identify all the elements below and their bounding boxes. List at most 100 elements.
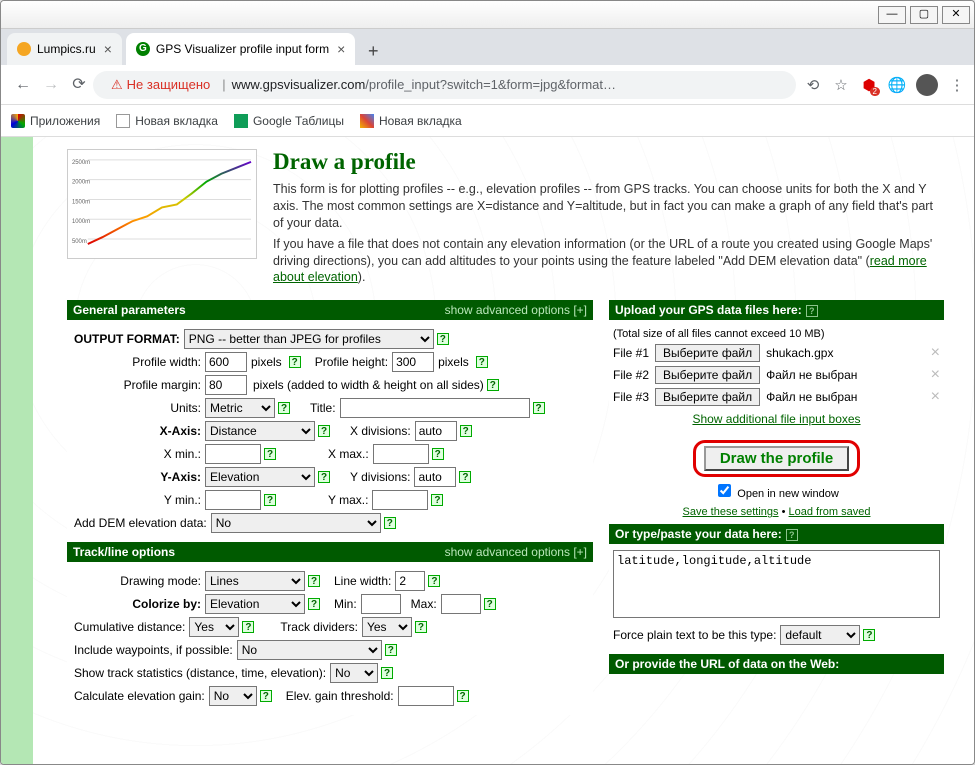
extension-adblock-icon[interactable]: ⬢	[860, 76, 878, 94]
help-icon[interactable]: ?	[264, 448, 276, 460]
help-icon[interactable]: ?	[432, 448, 444, 460]
bookmark-sheets[interactable]: Google Таблицы	[234, 114, 344, 128]
output-format-select[interactable]: PNG -- better than JPEG for profiles	[184, 329, 434, 349]
bookmark-newtab[interactable]: Новая вкладка	[116, 114, 218, 128]
stats-select[interactable]: No	[330, 663, 378, 683]
help-icon[interactable]: ?	[278, 402, 290, 414]
gain-select[interactable]: No	[209, 686, 257, 706]
cumdist-select[interactable]: Yes	[189, 617, 239, 637]
menu-icon[interactable]: ⋮	[948, 76, 966, 94]
colorize-min-input[interactable]	[361, 594, 401, 614]
help-icon[interactable]: ?	[437, 333, 449, 345]
colorize-max-input[interactable]	[441, 594, 481, 614]
help-icon[interactable]: ?	[484, 598, 496, 610]
help-icon[interactable]: ?	[428, 575, 440, 587]
help-icon[interactable]: ?	[863, 629, 875, 641]
thresh-input[interactable]	[398, 686, 454, 706]
help-icon[interactable]: ?	[457, 690, 469, 702]
help-icon[interactable]: ?	[786, 529, 798, 541]
xaxis-select[interactable]: Distance	[205, 421, 315, 441]
new-tab-button[interactable]: +	[359, 37, 387, 65]
yaxis-select[interactable]: Elevation	[205, 467, 315, 487]
draw-profile-button[interactable]: Draw the profile	[704, 446, 849, 471]
help-icon[interactable]: ?	[459, 471, 471, 483]
bookmarks-bar: Приложения Новая вкладка Google Таблицы …	[1, 105, 974, 137]
tab-close-icon[interactable]: ×	[104, 41, 112, 57]
file-choose-button-3[interactable]: Выберите файл	[655, 388, 760, 406]
xmin-input[interactable]	[205, 444, 261, 464]
profile-avatar[interactable]	[916, 74, 938, 96]
open-new-window-checkbox[interactable]: Open in new window	[714, 488, 839, 500]
help-icon[interactable]: ?	[308, 575, 320, 587]
ymax-input[interactable]	[372, 490, 428, 510]
help-icon[interactable]: ?	[242, 621, 254, 633]
help-icon[interactable]: ?	[487, 379, 499, 391]
window-minimize-button[interactable]: —	[878, 6, 906, 24]
help-icon[interactable]: ?	[289, 356, 301, 368]
help-icon[interactable]: ?	[533, 402, 545, 414]
file-row-1: File #1 Выберите файл shukach.gpx ×	[613, 344, 940, 362]
forward-button[interactable]: →	[37, 71, 65, 99]
profile-margin-label: Profile margin:	[71, 378, 201, 392]
thresh-label: Elev. gain threshold:	[286, 689, 394, 703]
extension-globe-icon[interactable]: 🌐	[888, 76, 906, 94]
mode-select[interactable]: Lines	[205, 571, 305, 591]
browser-tab-lumpics[interactable]: Lumpics.ru ×	[7, 33, 122, 65]
xdiv-label: X divisions:	[350, 424, 411, 438]
window-close-button[interactable]: ✕	[942, 6, 970, 24]
tab-close-icon[interactable]: ×	[337, 41, 345, 57]
save-settings-link[interactable]: Save these settings	[683, 506, 779, 518]
force-type-select[interactable]: default	[780, 625, 860, 645]
profile-width-input[interactable]	[205, 352, 247, 372]
back-button[interactable]: ←	[9, 71, 37, 99]
file-choose-button-2[interactable]: Выберите файл	[655, 366, 760, 384]
help-icon[interactable]: ?	[381, 667, 393, 679]
help-icon[interactable]: ?	[385, 644, 397, 656]
help-icon[interactable]: ?	[264, 494, 276, 506]
waypoints-select[interactable]: No	[237, 640, 382, 660]
paste-data-textarea[interactable]	[613, 550, 940, 618]
show-more-files-link[interactable]: Show additional file input boxes	[692, 412, 860, 426]
help-icon[interactable]: ?	[476, 356, 488, 368]
ydiv-input[interactable]	[414, 467, 456, 487]
general-show-advanced-link[interactable]: show advanced options [+]	[445, 303, 587, 317]
track-show-advanced-link[interactable]: show advanced options [+]	[445, 545, 587, 559]
help-icon[interactable]: ?	[384, 517, 396, 529]
dem-select[interactable]: No	[211, 513, 381, 533]
star-icon[interactable]: ☆	[832, 76, 850, 94]
colorize-select[interactable]: Elevation	[205, 594, 305, 614]
lwidth-input[interactable]	[395, 571, 425, 591]
help-icon[interactable]: ?	[318, 425, 330, 437]
file-remove-1[interactable]: ×	[931, 344, 940, 362]
paste-header: Or type/paste your data here:?	[609, 524, 944, 544]
xdiv-input[interactable]	[415, 421, 457, 441]
profile-height-input[interactable]	[392, 352, 434, 372]
xmax-input[interactable]	[373, 444, 429, 464]
help-icon[interactable]: ?	[308, 598, 320, 610]
help-icon[interactable]: ?	[260, 690, 272, 702]
help-icon[interactable]: ?	[806, 305, 818, 317]
divider-select[interactable]: Yes	[362, 617, 412, 637]
file-remove-2[interactable]: ×	[931, 366, 940, 384]
reload-button[interactable]: ⟳	[65, 71, 93, 99]
units-select[interactable]: Metric	[205, 398, 275, 418]
address-bar[interactable]: ⚠ Не защищено | www.gpsvisualizer.com /p…	[93, 71, 796, 99]
window-maximize-button[interactable]: ▢	[910, 6, 938, 24]
help-icon[interactable]: ?	[460, 425, 472, 437]
help-icon[interactable]: ?	[431, 494, 443, 506]
title-input[interactable]	[340, 398, 530, 418]
help-icon[interactable]: ?	[415, 621, 427, 633]
ymin-input[interactable]	[205, 490, 261, 510]
security-warning: ⚠ Не защищено	[111, 77, 210, 93]
help-icon[interactable]: ?	[318, 471, 330, 483]
tab-title: GPS Visualizer profile input form	[156, 42, 329, 56]
bookmark-newtab2[interactable]: Новая вкладка	[360, 114, 462, 128]
upload-size-note: (Total size of all files cannot exceed 1…	[613, 328, 940, 340]
browser-tab-gpsvisualizer[interactable]: G GPS Visualizer profile input form ×	[126, 33, 355, 65]
load-settings-link[interactable]: Load from saved	[789, 506, 871, 518]
translate-icon[interactable]: ⟲	[804, 76, 822, 94]
profile-margin-input[interactable]	[205, 375, 247, 395]
file-remove-3[interactable]: ×	[931, 388, 940, 406]
bookmark-apps[interactable]: Приложения	[11, 114, 100, 128]
file-choose-button-1[interactable]: Выберите файл	[655, 344, 760, 362]
